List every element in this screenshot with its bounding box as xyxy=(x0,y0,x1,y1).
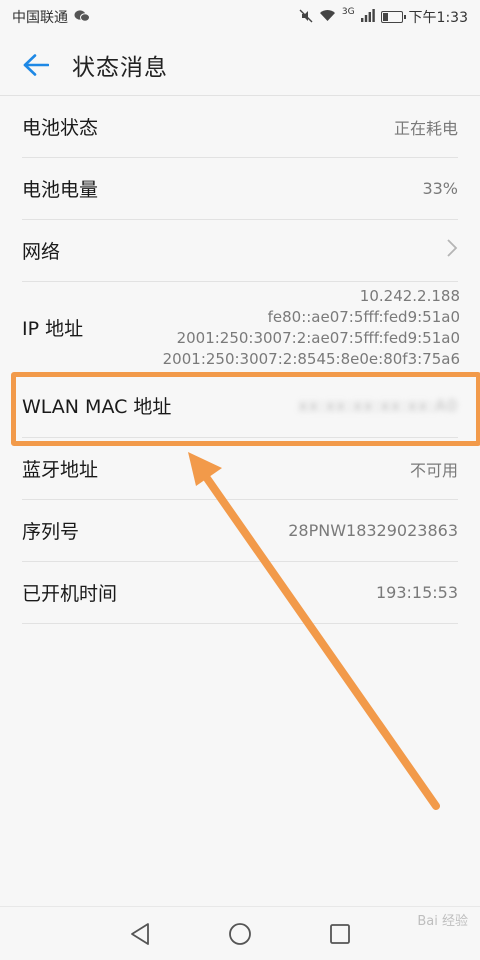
battery-level-row: 电池电量 33% xyxy=(22,158,458,220)
status-bar: 中国联通 3G 下午1:33 xyxy=(0,0,480,34)
wifi-icon xyxy=(319,9,336,25)
signal-icon xyxy=(360,9,375,25)
serial-number-row: 序列号 28PNW18329023863 xyxy=(22,500,458,562)
ip-address-values: 10.242.2.188 fe80::ae07:5fff:fed9:51a0 2… xyxy=(163,286,460,370)
carrier-name: 中国联通 xyxy=(12,10,68,26)
wechat-icon xyxy=(74,9,90,26)
nav-recents-button[interactable] xyxy=(320,914,360,954)
watermark: Bai 经验 xyxy=(417,914,468,929)
uptime-row: 已开机时间 193:15:53 xyxy=(22,562,458,624)
status-left: 中国联通 xyxy=(12,7,90,27)
nav-home-icon xyxy=(229,922,251,945)
ip-value: fe80::ae07:5fff:fed9:51a0 xyxy=(267,307,460,326)
nav-back-icon xyxy=(131,922,149,945)
page-title: 状态消息 xyxy=(72,54,168,81)
status-right: 3G 下午1:33 xyxy=(299,7,468,27)
row-value: 正在耗电 xyxy=(393,118,458,138)
battery-icon xyxy=(380,11,406,23)
nav-home-button[interactable] xyxy=(220,914,260,954)
status-list: 电池状态 正在耗电 电池电量 33% 网络 IP 地址 10.242.2.188… xyxy=(0,96,480,624)
ip-value: 10.242.2.188 xyxy=(359,286,460,305)
row-label: 蓝牙地址 xyxy=(22,459,99,481)
row-value: 193:15:53 xyxy=(375,583,458,602)
battery-status-row: 电池状态 正在耗电 xyxy=(22,96,458,158)
nav-recents-icon xyxy=(330,923,350,944)
navigation-bar xyxy=(0,906,480,960)
mute-icon xyxy=(299,9,313,26)
ip-address-row: IP 地址 10.242.2.188 fe80::ae07:5fff:fed9:… xyxy=(22,282,460,374)
row-label: 电池电量 xyxy=(22,179,99,201)
status-time: 下午1:33 xyxy=(408,10,468,26)
row-value: 28PNW18329023863 xyxy=(288,521,458,540)
back-button[interactable] xyxy=(0,34,72,96)
chevron-right-icon xyxy=(446,238,458,263)
row-label: 已开机时间 xyxy=(22,583,118,605)
bluetooth-address-row: 蓝牙地址 不可用 xyxy=(22,438,458,500)
ip-value: 2001:250:3007:2:ae07:5fff:fed9:51a0 xyxy=(176,328,460,347)
nav-back-button[interactable] xyxy=(120,914,160,954)
app-header: 状态消息 xyxy=(0,34,480,96)
row-label: 序列号 xyxy=(22,521,80,543)
row-label: 电池状态 xyxy=(22,117,99,139)
network-row[interactable]: 网络 xyxy=(22,220,458,282)
ip-value: 2001:250:3007:2:8545:8e0e:80f3:75a6 xyxy=(162,349,460,368)
row-label: 网络 xyxy=(22,241,61,263)
back-arrow-icon xyxy=(23,53,49,76)
row-value: 不可用 xyxy=(409,460,458,480)
network-type: 3G xyxy=(341,7,355,17)
highlight-box xyxy=(11,372,480,446)
row-value: 33% xyxy=(422,179,458,198)
row-label: IP 地址 xyxy=(22,318,84,340)
